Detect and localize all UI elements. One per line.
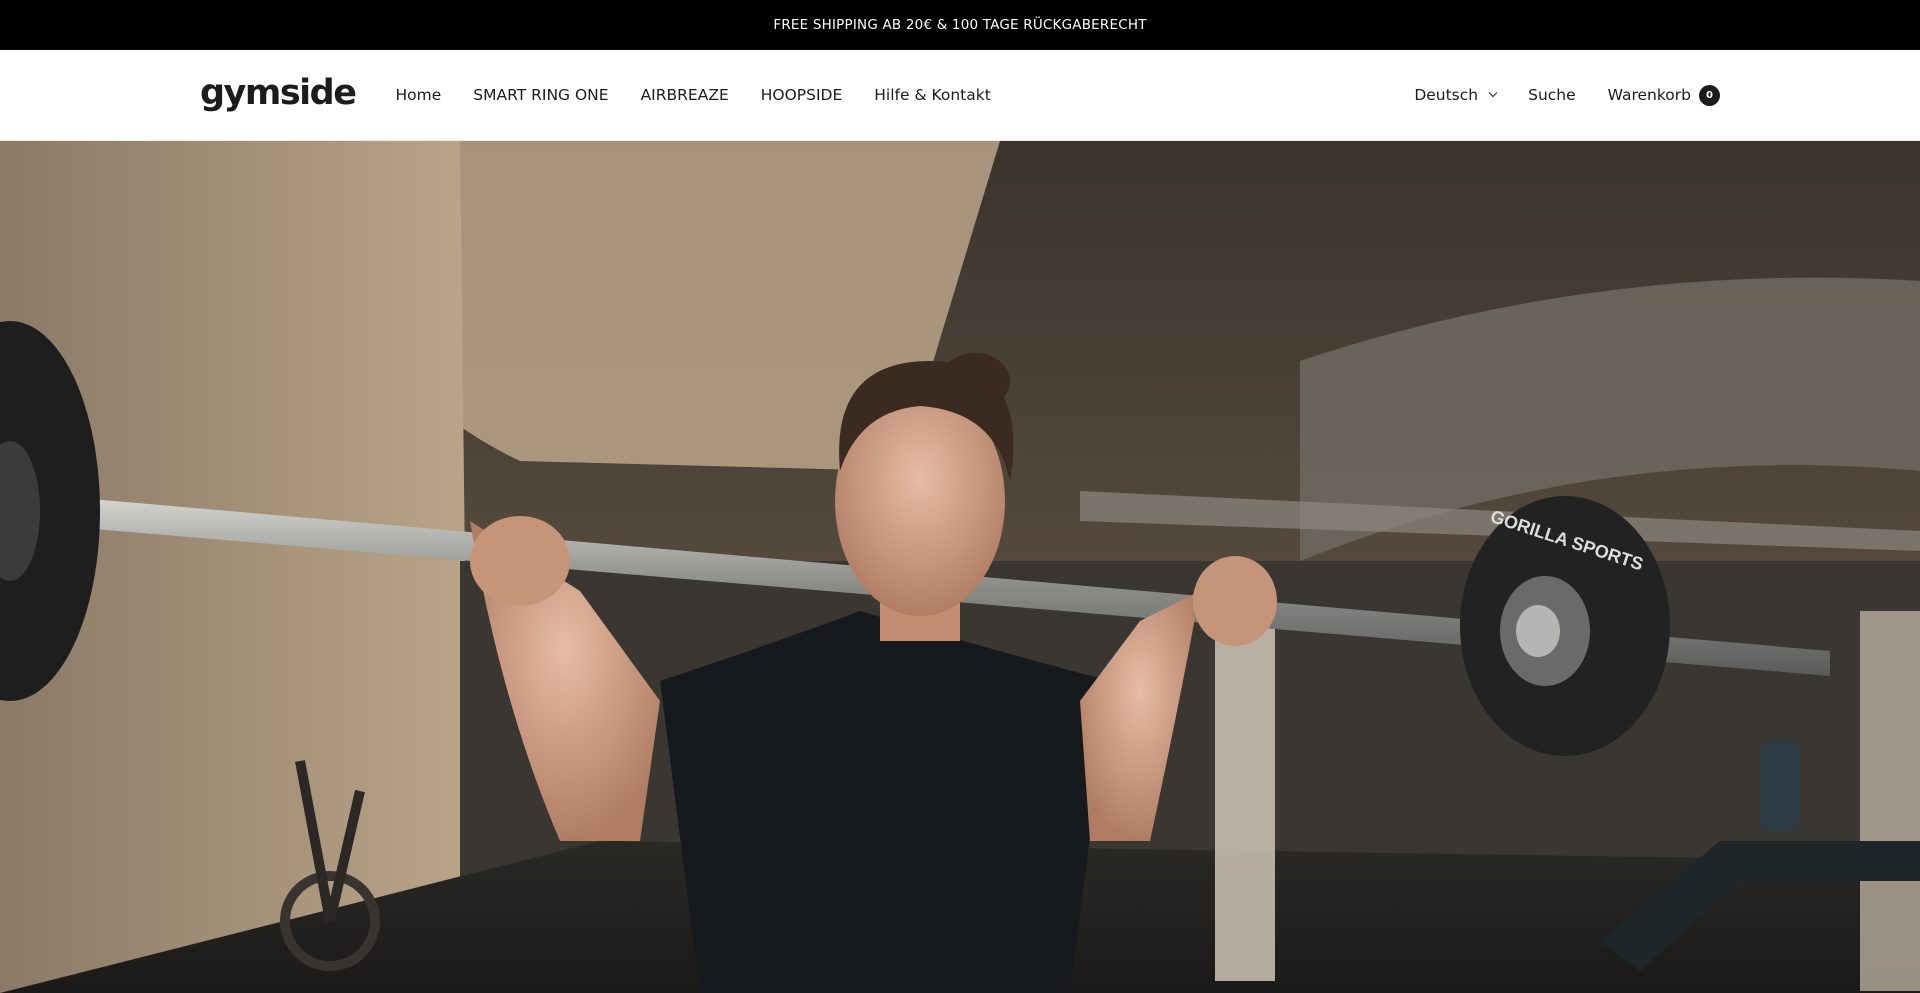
nav-item-smart-ring-one[interactable]: SMART RING ONE xyxy=(473,86,608,104)
chevron-down-icon xyxy=(1488,88,1498,98)
cart-count-badge: 0 xyxy=(1699,84,1720,106)
main-nav: Home SMART RING ONE AIRBREAZE HOOPSIDE H… xyxy=(395,86,990,104)
nav-item-hoopside[interactable]: HOOPSIDE xyxy=(761,86,843,104)
hero-image: GORILLA SPORTS xyxy=(0,141,1920,993)
header-actions: Deutsch Suche Warenkorb 0 xyxy=(1414,84,1720,106)
announcement-text: FREE SHIPPING AB 20€ & 100 TAGE RÜCKGABE… xyxy=(773,17,1147,33)
language-label: Deutsch xyxy=(1414,86,1479,104)
search-link[interactable]: Suche xyxy=(1528,86,1576,104)
nav-item-airbreaze[interactable]: AIRBREAZE xyxy=(641,86,729,104)
hero-banner: GORILLA SPORTS xyxy=(0,141,1920,993)
brand-logo[interactable]: gymside xyxy=(200,75,357,111)
nav-item-home[interactable]: Home xyxy=(395,86,441,104)
nav-item-help-contact[interactable]: Hilfe & Kontakt xyxy=(874,86,991,104)
cart-label: Warenkorb xyxy=(1607,86,1691,104)
cart-link[interactable]: Warenkorb 0 xyxy=(1607,84,1720,106)
announcement-bar: FREE SHIPPING AB 20€ & 100 TAGE RÜCKGABE… xyxy=(0,0,1920,50)
site-header: gymside Home SMART RING ONE AIRBREAZE HO… xyxy=(0,50,1920,141)
language-selector[interactable]: Deutsch xyxy=(1414,86,1498,104)
